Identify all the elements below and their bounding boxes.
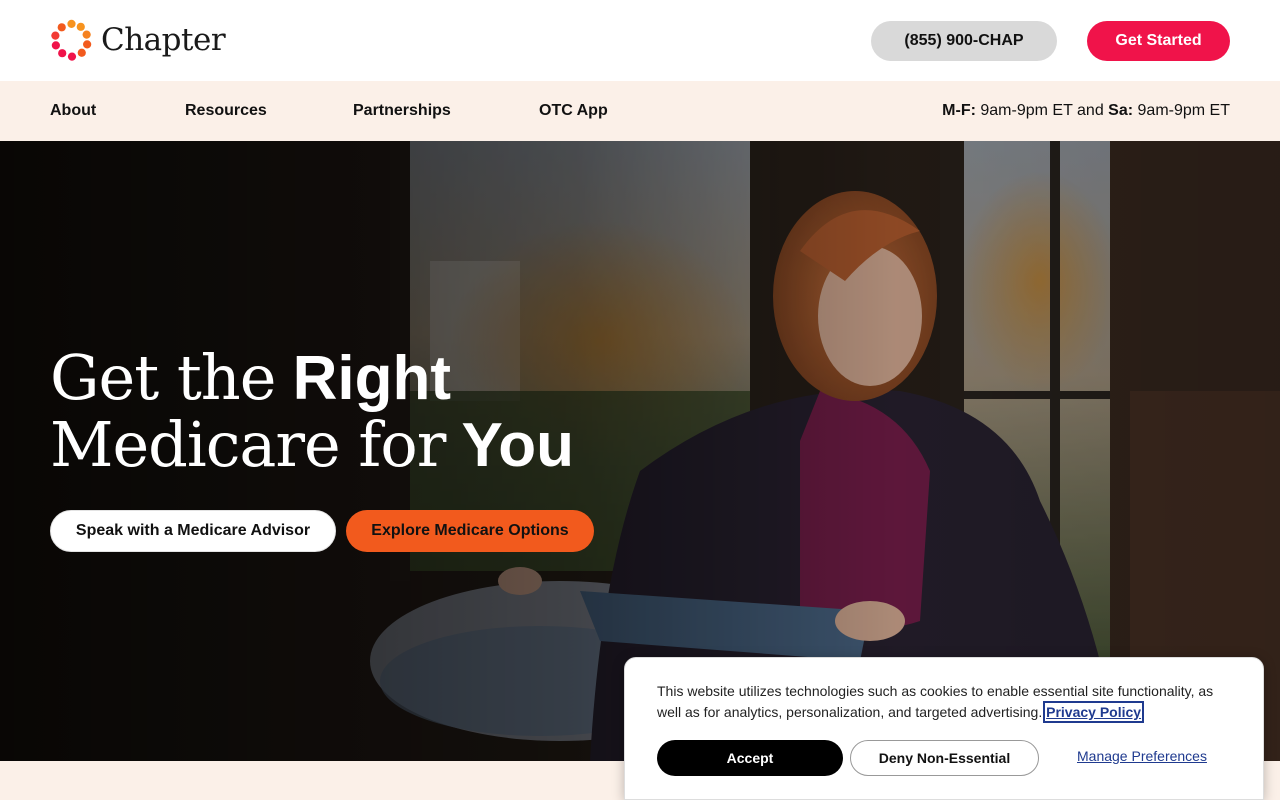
- saturday-label: Sa:: [1108, 102, 1134, 119]
- weekday-hours: 9am-9pm ET: [980, 102, 1073, 119]
- manage-preferences-link[interactable]: Manage Preferences: [1077, 748, 1207, 764]
- phone-number-button[interactable]: (855) 900-CHAP: [871, 21, 1057, 61]
- business-hours: M-F: 9am-9pm ET and Sa: 9am-9pm ET: [942, 101, 1230, 121]
- chapter-logo-text: Chapter: [101, 22, 226, 58]
- deny-non-essential-button[interactable]: Deny Non-Essential: [850, 740, 1039, 776]
- cookie-consent-banner: This website utilizes technologies such …: [624, 657, 1264, 800]
- nav-item-resources[interactable]: Resources: [185, 101, 267, 121]
- hero-title-line1-bold: Right: [292, 344, 452, 413]
- nav-item-otc-app[interactable]: OTC App: [539, 101, 608, 121]
- hours-and-text: and: [1077, 102, 1104, 119]
- weekday-label: M-F:: [942, 102, 976, 119]
- site-header: Chapter (855) 900-CHAP Get Started: [0, 0, 1280, 81]
- speak-with-advisor-button[interactable]: Speak with a Medicare Advisor: [50, 510, 336, 552]
- get-started-button[interactable]: Get Started: [1087, 21, 1230, 61]
- accept-cookies-button[interactable]: Accept: [657, 740, 843, 776]
- nav-item-about[interactable]: About: [50, 101, 96, 121]
- hero-title-line1-light: Get the: [50, 341, 276, 414]
- privacy-policy-link[interactable]: Privacy Policy: [1043, 701, 1145, 723]
- chapter-logo[interactable]: Chapter: [50, 19, 226, 62]
- hero-title-line2-bold: You: [461, 411, 574, 480]
- main-nav: About Resources Partnerships OTC App M-F…: [0, 81, 1280, 141]
- cookie-message: This website utilizes technologies such …: [657, 681, 1237, 723]
- hero-title-line2-light: Medicare for: [50, 408, 446, 481]
- chapter-logo-icon: [51, 19, 92, 61]
- saturday-hours: 9am-9pm ET: [1137, 102, 1230, 119]
- hero-title: Get the Right Medicare for You: [50, 345, 574, 479]
- explore-medicare-options-button[interactable]: Explore Medicare Options: [346, 510, 594, 552]
- nav-item-partnerships[interactable]: Partnerships: [353, 101, 451, 121]
